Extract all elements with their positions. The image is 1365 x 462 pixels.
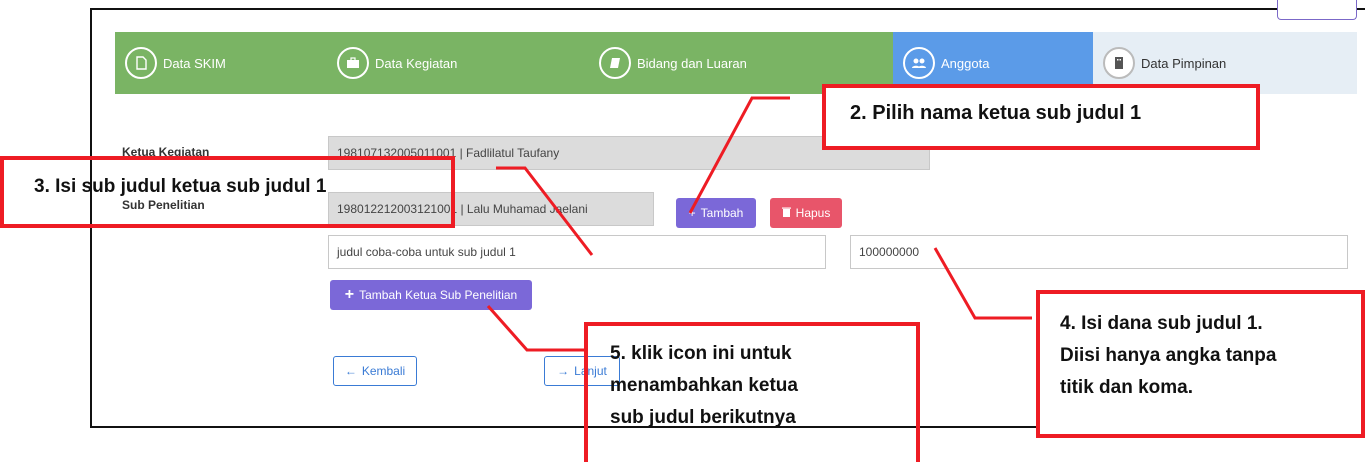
step-label: Data Kegiatan — [375, 55, 458, 71]
plus-icon: + — [344, 286, 355, 303]
hapus-button[interactable]: Hapus — [770, 198, 842, 228]
top-right-button[interactable] — [1277, 0, 1357, 20]
arrow-right-icon: → — [557, 364, 570, 378]
step-data-skim[interactable]: Data SKIM — [115, 32, 327, 94]
arrow-left-icon: ← — [344, 364, 357, 378]
trash-icon — [781, 206, 791, 220]
callout-3: 3. Isi sub judul ketua sub judul 1 — [0, 156, 455, 228]
callout-5: 5. klik icon ini untuk menambahkan ketua… — [584, 322, 920, 462]
briefcase-icon — [337, 47, 369, 79]
step-label: Anggota — [941, 55, 990, 71]
sub-judul-input[interactable]: judul coba-coba untuk sub judul 1 — [328, 235, 826, 269]
document-icon — [125, 47, 157, 79]
step-label: Bidang dan Luaran — [637, 55, 747, 71]
step-label: Data SKIM — [163, 55, 226, 71]
book-icon — [599, 47, 631, 79]
tambah-ketua-sub-button[interactable]: + Tambah Ketua Sub Penelitian — [330, 280, 532, 310]
users-icon — [903, 47, 935, 79]
callout-2: 2. Pilih nama ketua sub judul 1 — [822, 84, 1260, 150]
kembali-button[interactable]: ← Kembali — [333, 356, 417, 386]
dana-input[interactable]: 100000000 — [850, 235, 1348, 269]
step-label: Data Pimpinan — [1141, 55, 1227, 71]
tambah-button[interactable]: + Tambah — [676, 198, 756, 228]
callout-4: 4. Isi dana sub judul 1. Diisi hanya ang… — [1036, 290, 1365, 438]
building-icon — [1103, 47, 1135, 79]
plus-icon: + — [688, 206, 696, 220]
step-data-kegiatan[interactable]: Data Kegiatan — [327, 32, 589, 94]
